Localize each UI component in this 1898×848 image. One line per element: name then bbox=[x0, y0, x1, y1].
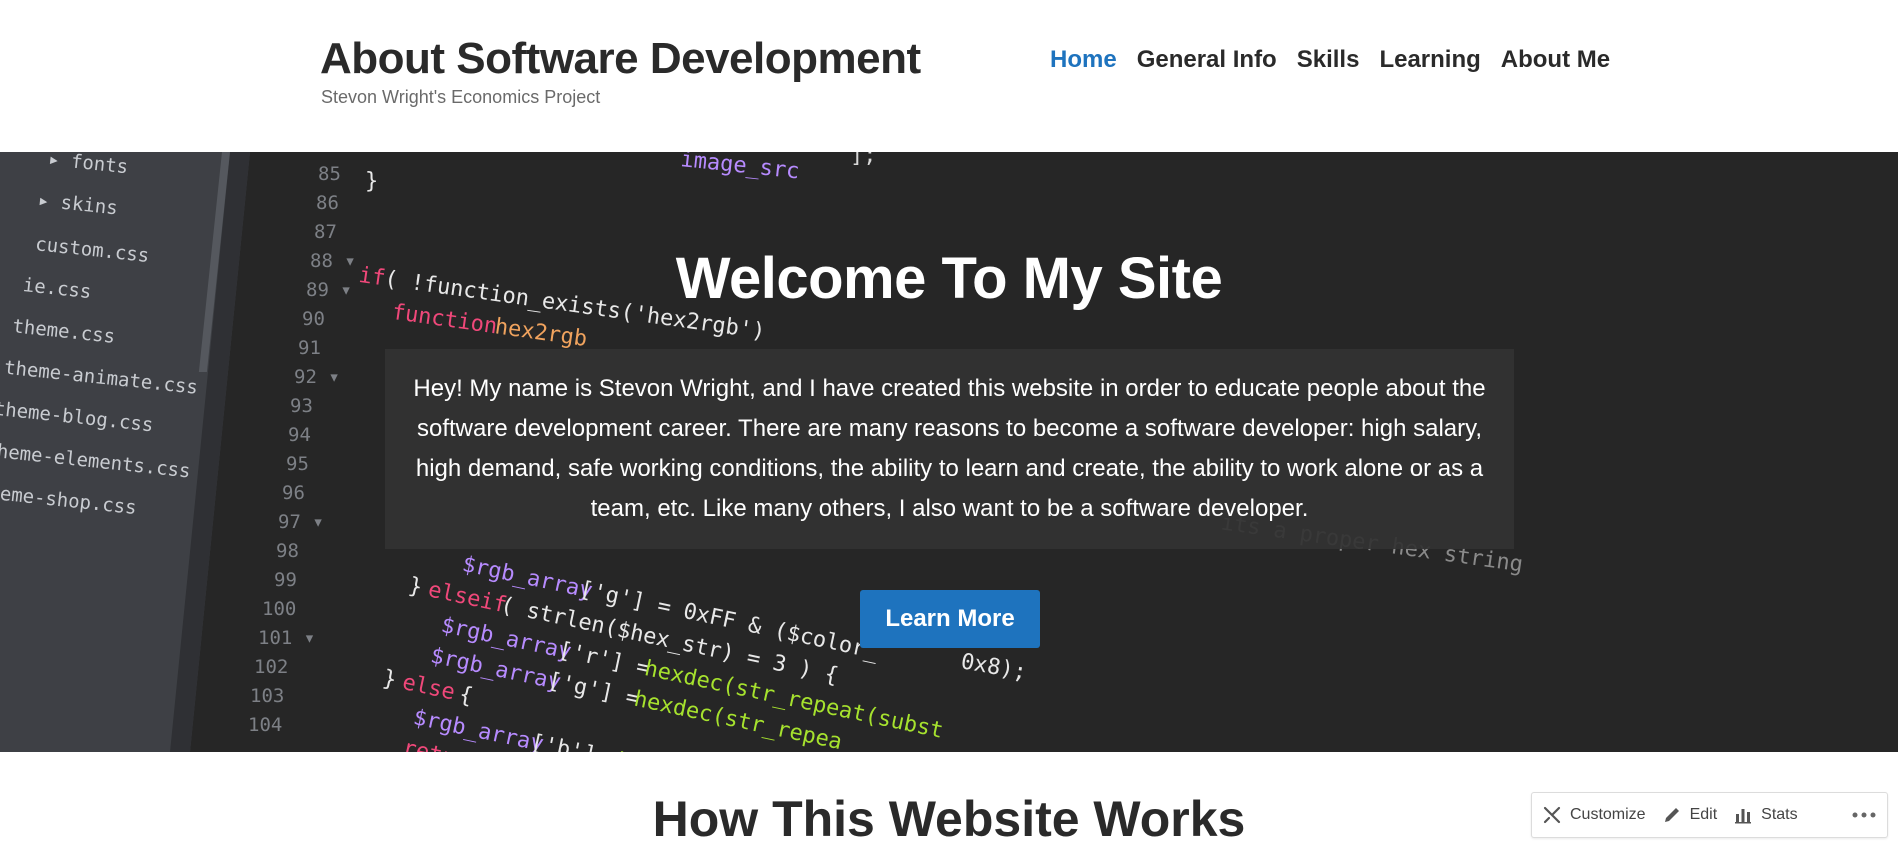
nav-general-info[interactable]: General Info bbox=[1137, 46, 1277, 74]
nav-home[interactable]: Home bbox=[1050, 46, 1117, 74]
site-tagline: Stevon Wright's Economics Project bbox=[321, 87, 601, 107]
svg-text:87: 87 bbox=[314, 221, 337, 243]
svg-text:102: 102 bbox=[254, 656, 288, 678]
svg-text:95: 95 bbox=[286, 453, 309, 475]
svg-text:['b'] =: ['b'] = bbox=[528, 730, 624, 752]
svg-text:98: 98 bbox=[276, 540, 299, 562]
wrench-icon bbox=[1543, 806, 1561, 824]
svg-text:hex2rgb: hex2rgb bbox=[493, 314, 588, 352]
customize-label: Customize bbox=[1570, 806, 1646, 823]
bar-chart-icon bbox=[1735, 809, 1752, 824]
svg-text:93: 93 bbox=[290, 395, 313, 417]
svg-text:}: } bbox=[365, 169, 378, 194]
svg-text:100: 100 bbox=[262, 598, 296, 620]
svg-text:}: } bbox=[381, 666, 399, 693]
customize-button[interactable]: Customize bbox=[1542, 805, 1646, 825]
nav-learning[interactable]: Learning bbox=[1379, 46, 1480, 74]
nav-about-me[interactable]: About Me bbox=[1501, 46, 1610, 74]
edit-label: Edit bbox=[1689, 806, 1718, 823]
svg-text:0x8);: 0x8); bbox=[959, 649, 1029, 685]
edit-button[interactable]: Edit bbox=[1662, 805, 1718, 825]
svg-text:86: 86 bbox=[316, 192, 339, 214]
svg-text:91: 91 bbox=[298, 337, 321, 359]
svg-text:103: 103 bbox=[250, 685, 284, 707]
nav-skills[interactable]: Skills bbox=[1297, 46, 1360, 74]
svg-text:101 ▾: 101 ▾ bbox=[258, 627, 315, 649]
svg-text:104: 104 bbox=[248, 714, 282, 736]
site-title[interactable]: About Software Development bbox=[320, 34, 921, 84]
svg-text:}: } bbox=[406, 573, 424, 600]
svg-text:99: 99 bbox=[274, 569, 297, 591]
admin-action-bar: Customize Edit Stats bbox=[1531, 792, 1888, 838]
svg-text:hexdec(: hexdec( bbox=[614, 748, 710, 752]
svg-text:else: else bbox=[400, 670, 457, 705]
intro-box: Hey! My name is Stevon Wright, and I hav… bbox=[385, 349, 1514, 549]
svg-text:image_src: image_src bbox=[679, 152, 800, 184]
svg-text:96: 96 bbox=[282, 482, 305, 504]
svg-text:{: { bbox=[457, 682, 475, 709]
hero-title: Welcome To My Site bbox=[675, 246, 1223, 311]
svg-text:97 ▾: 97 ▾ bbox=[278, 511, 324, 533]
svg-text:94: 94 bbox=[288, 424, 311, 446]
learn-more-button[interactable]: Learn More bbox=[860, 590, 1040, 648]
intro-text: Hey! My name is Stevon Wright, and I hav… bbox=[413, 375, 1486, 522]
svg-text:85: 85 bbox=[318, 163, 341, 185]
main-nav: Home General Info Skills Learning About … bbox=[1050, 46, 1610, 74]
hero-section: ▸ fonts ▸ skins custom.css ie.css theme.… bbox=[0, 152, 1898, 752]
pencil-icon bbox=[1664, 808, 1679, 822]
site-header: About Software Development Stevon Wright… bbox=[0, 0, 1898, 152]
svg-text:];: ]; bbox=[850, 152, 877, 168]
stats-label: Stats bbox=[1761, 806, 1798, 823]
ellipsis-icon[interactable] bbox=[1851, 811, 1877, 819]
svg-text:92 ▾: 92 ▾ bbox=[294, 366, 340, 388]
stats-button[interactable]: Stats bbox=[1733, 805, 1798, 825]
